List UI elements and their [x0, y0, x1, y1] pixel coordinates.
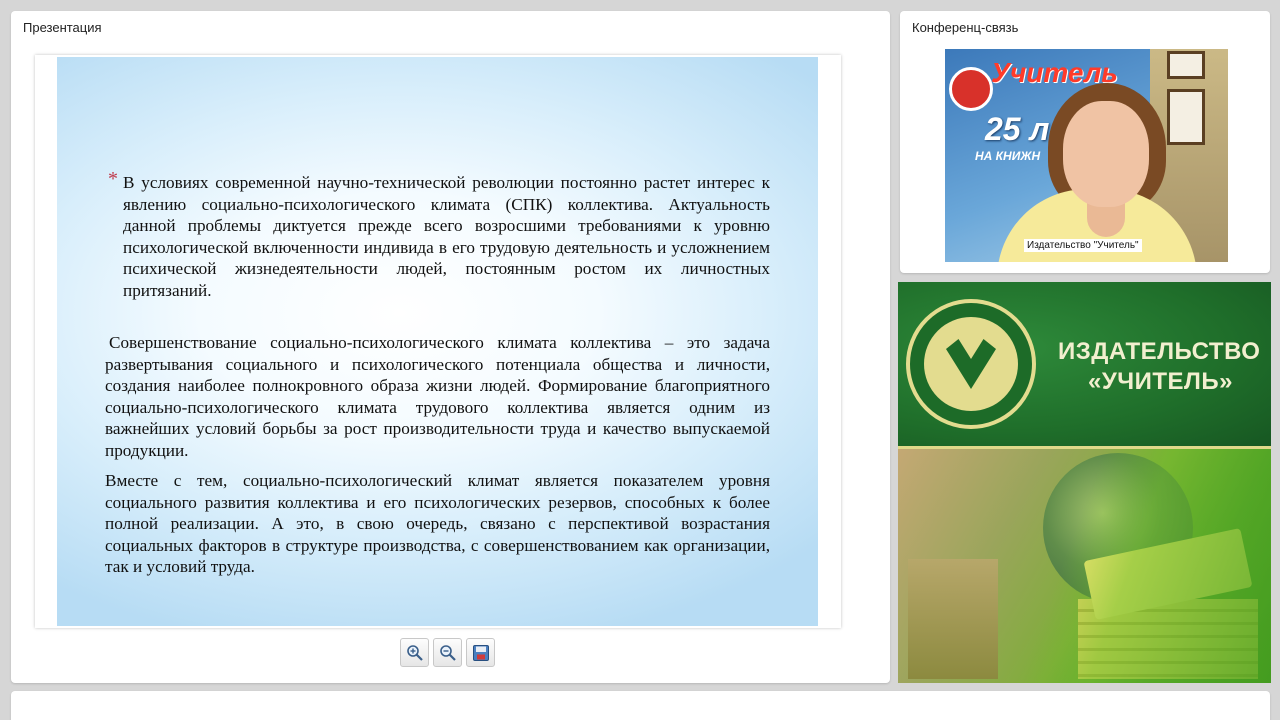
- participant-face: [1063, 101, 1149, 207]
- save-icon: [472, 644, 489, 661]
- publisher-name-line2: «УЧИТЕЛЬ»: [1088, 368, 1233, 395]
- presentation-title: Презентация: [23, 20, 102, 35]
- banner-number: 25 л: [985, 111, 1050, 147]
- banner-subtext: НА КНИЖН: [975, 149, 1041, 163]
- presentation-panel: Презентация * В условиях современной нау…: [11, 11, 890, 683]
- slide-paragraph-1: В условиях современной научно-техническо…: [123, 173, 770, 300]
- conference-title: Конференц-связь: [912, 20, 1019, 35]
- wall-frame-icon: [1167, 89, 1205, 145]
- publisher-name-line1: ИЗДАТЕЛЬСТВО: [1058, 338, 1261, 365]
- bottom-panel: [11, 691, 1270, 720]
- conference-panel: Конференц-связь Учитель 25 л НА КНИЖН Из…: [900, 11, 1270, 273]
- slide: * В условиях современной научно-техничес…: [57, 57, 818, 626]
- publisher-banner: ИЗДАТЕЛЬСТВО «УЧИТЕЛЬ»: [898, 282, 1271, 683]
- publisher-logo-icon: [906, 299, 1036, 429]
- publisher-banner-photo: [898, 449, 1271, 683]
- photo-green-overlay: [898, 449, 1271, 683]
- zoom-out-icon: [439, 644, 456, 661]
- slide-paragraph-2: Совершенствование социально-психологичес…: [105, 333, 770, 460]
- slide-paragraph-3: Вместе с тем, социально-психологический …: [105, 471, 770, 577]
- slide-bullet: *: [108, 168, 118, 190]
- publisher-banner-top: ИЗДАТЕЛЬСТВО «УЧИТЕЛЬ»: [898, 282, 1271, 446]
- zoom-in-icon: [406, 644, 423, 661]
- zoom-out-button[interactable]: [433, 638, 462, 667]
- save-button[interactable]: [466, 638, 495, 667]
- slide-frame: * В условиях современной научно-техничес…: [35, 55, 841, 628]
- publisher-logo-inner: [924, 317, 1018, 411]
- wall-frame-icon: [1167, 51, 1205, 79]
- video-feed[interactable]: Учитель 25 л НА КНИЖН Издательство "Учит…: [945, 49, 1228, 262]
- slide-toolbar: [400, 638, 495, 667]
- zoom-in-button[interactable]: [400, 638, 429, 667]
- participant-label: Издательство "Учитель": [1024, 239, 1142, 252]
- publisher-logo-mark: [946, 339, 996, 389]
- banner-logo-icon: [949, 67, 993, 111]
